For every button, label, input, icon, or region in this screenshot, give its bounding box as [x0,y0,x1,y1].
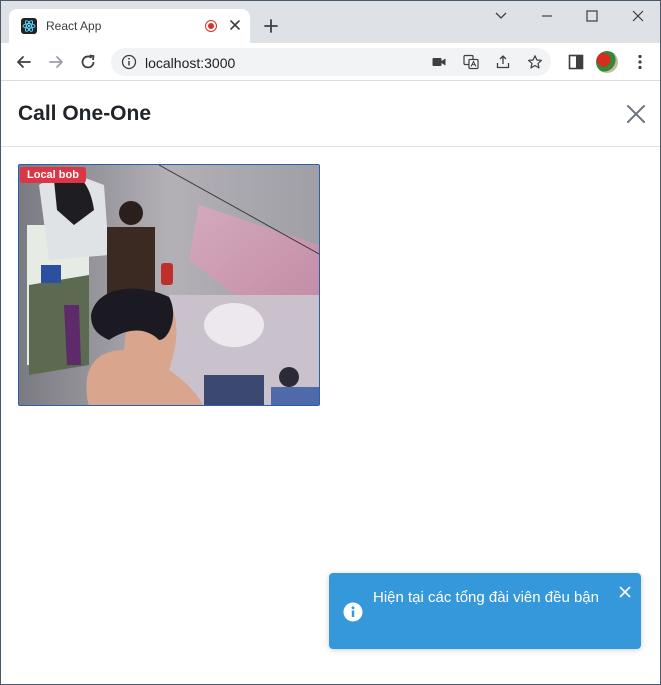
reload-icon[interactable] [78,52,98,72]
camera-feed [19,165,319,405]
local-video: Local bob [18,164,320,406]
kebab-menu-icon[interactable] [630,52,650,72]
maximize-icon[interactable] [582,7,602,25]
profile-avatar[interactable] [596,51,618,73]
arrow-right-icon[interactable] [46,52,66,72]
recording-dot-icon [205,20,217,32]
modal-title: Call One-One [18,102,152,125]
window-close-icon[interactable] [628,7,648,25]
arrow-left-icon[interactable] [14,52,34,72]
side-panel-icon[interactable] [566,52,586,72]
star-icon[interactable] [527,54,543,70]
video-label: Local bob [20,167,86,183]
chevron-down-icon[interactable] [491,7,511,25]
tab-strip: React App [1,1,660,43]
toast-message: Hiện tại các tổng đài viên đều bận [373,589,599,606]
react-logo-icon [21,18,37,34]
address-bar[interactable]: localhost:3000 [111,48,551,76]
url-text: localhost:3000 [145,55,236,71]
info-icon[interactable] [121,54,137,70]
browser-tab[interactable]: React App [9,9,250,43]
tab-title: React App [46,19,102,33]
info-icon [343,602,363,622]
video-camera-icon[interactable] [431,54,447,70]
minimize-icon[interactable] [537,7,557,25]
toast-notification: Hiện tại các tổng đài viên đều bận [329,573,641,649]
close-icon[interactable] [619,586,631,598]
page-content: Call One-One Local bob Hiện tại các tổng… [1,82,660,684]
browser-toolbar: localhost:3000 [1,43,660,81]
plus-icon[interactable] [262,17,280,35]
browser-window: React App localhost:3000 Call One-One Lo… [0,0,661,685]
share-icon[interactable] [495,54,511,70]
close-icon[interactable] [227,17,243,33]
close-icon[interactable] [625,103,647,125]
modal-header: Call One-One [1,82,660,147]
translate-icon[interactable] [463,54,479,70]
